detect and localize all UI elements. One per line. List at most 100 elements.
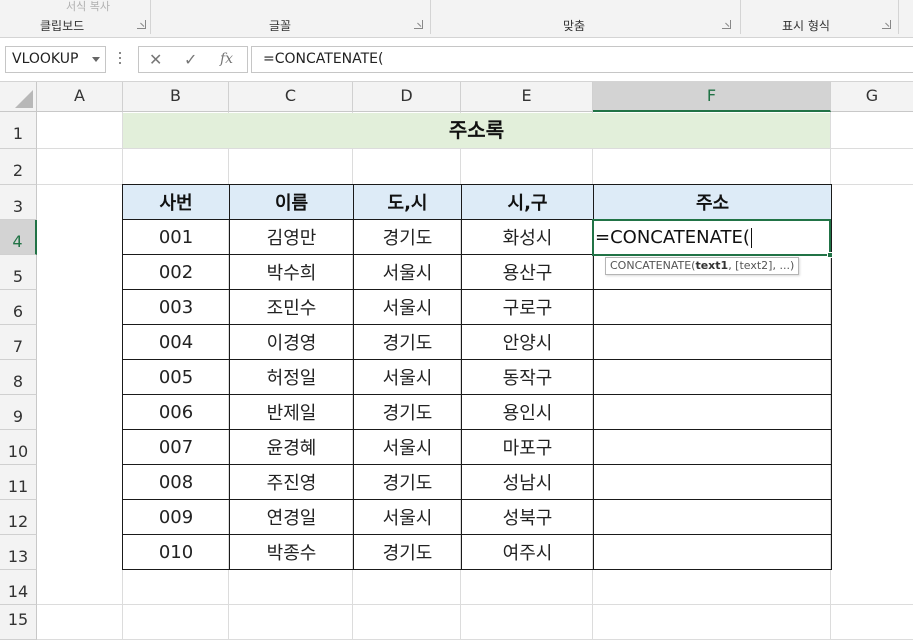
ribbon-divider [740,0,741,34]
header-name[interactable]: 이름 [229,184,354,220]
header-province[interactable]: 도,시 [353,184,462,220]
row-header-15[interactable]: 15 [0,605,37,640]
column-header-g[interactable]: G [831,82,913,112]
format-painter-label[interactable]: 서식 복사 [66,0,110,14]
formula-input[interactable]: =CONCATENATE( [251,46,913,73]
cancel-icon[interactable]: ✕ [149,50,162,69]
row-header-10[interactable]: 10 [0,430,37,465]
header-address[interactable]: 주소 [593,184,832,220]
cell-city[interactable]: 여주시 [461,534,594,570]
cell-address[interactable] [593,534,832,570]
cell-province[interactable]: 서울시 [353,499,462,535]
header-employee-id[interactable]: 사번 [122,184,230,220]
cell-province[interactable]: 서울시 [353,254,462,290]
cell-employee-id[interactable]: 008 [122,464,230,500]
header-city[interactable]: 시,구 [461,184,594,220]
cell-name[interactable]: 윤경혜 [229,429,354,465]
cell-employee-id[interactable]: 004 [122,324,230,360]
cell-employee-id[interactable]: 006 [122,394,230,430]
column-header-f[interactable]: F [593,82,831,112]
table-row: 007 윤경혜 서울시 마포구 [122,429,832,465]
row-header-3[interactable]: 3 [0,185,37,220]
cell-name[interactable]: 허정일 [229,359,354,395]
row-header-2[interactable]: 2 [0,149,37,185]
cell-name[interactable]: 김영만 [229,219,354,255]
cell-address[interactable] [593,464,832,500]
select-all-corner[interactable] [0,82,37,112]
row-header-5[interactable]: 5 [0,255,37,290]
cell-city[interactable]: 동작구 [461,359,594,395]
insert-function-icon[interactable]: fx [220,51,233,67]
table-row: 005 허정일 서울시 동작구 [122,359,832,395]
name-box-dropdown-icon[interactable] [92,57,100,62]
cell-province[interactable]: 서울시 [353,429,462,465]
cell-province[interactable]: 서울시 [353,289,462,325]
row-header-12[interactable]: 12 [0,500,37,535]
cell-name[interactable]: 박수희 [229,254,354,290]
function-tooltip[interactable]: CONCATENATE(text1, [text2], ...) [605,257,800,275]
font-launcher-icon[interactable] [414,20,423,29]
row-header-9[interactable]: 9 [0,395,37,430]
cell-city[interactable]: 마포구 [461,429,594,465]
cell-name[interactable]: 연경일 [229,499,354,535]
column-header-d[interactable]: D [353,82,461,112]
number-format-launcher-icon[interactable] [882,20,891,29]
enter-checkmark-icon[interactable]: ✓ [184,50,197,69]
cell-city[interactable]: 구로구 [461,289,594,325]
cell-name[interactable]: 조민수 [229,289,354,325]
active-cell-editor[interactable]: =CONCATENATE( [595,221,752,254]
cell-province[interactable]: 경기도 [353,219,462,255]
cell-province[interactable]: 서울시 [353,359,462,395]
alignment-launcher-icon[interactable] [722,20,731,29]
table-row: 009 연경일 서울시 성북구 [122,499,832,535]
row-header-13[interactable]: 13 [0,535,37,570]
column-header-c[interactable]: C [229,82,353,112]
cell-address[interactable] [593,324,832,360]
cell-city[interactable]: 화성시 [461,219,594,255]
cell-employee-id[interactable]: 010 [122,534,230,570]
cell-employee-id[interactable]: 003 [122,289,230,325]
table-row: 010 박종수 경기도 여주시 [122,534,832,570]
cell-address[interactable] [593,289,832,325]
row-header-11[interactable]: 11 [0,465,37,500]
cell-employee-id[interactable]: 005 [122,359,230,395]
sheet-title[interactable]: 주소록 [123,113,830,148]
row-header-8[interactable]: 8 [0,360,37,395]
cell-city[interactable]: 성북구 [461,499,594,535]
cell-employee-id[interactable]: 002 [122,254,230,290]
cell-city[interactable]: 용산구 [461,254,594,290]
column-header-a[interactable]: A [37,82,123,112]
row-header-14[interactable]: 14 [0,570,37,605]
clipboard-launcher-icon[interactable] [137,20,146,29]
cell-city[interactable]: 안양시 [461,324,594,360]
row-header-7[interactable]: 7 [0,325,37,360]
row-header-1[interactable]: 1 [0,112,37,149]
cell-province[interactable]: 경기도 [353,534,462,570]
cell-city[interactable]: 성남시 [461,464,594,500]
cell-address[interactable] [593,429,832,465]
column-header-e[interactable]: E [461,82,593,112]
cell-name[interactable]: 이경영 [229,324,354,360]
cell-province[interactable]: 경기도 [353,464,462,500]
cell-employee-id[interactable]: 001 [122,219,230,255]
tooltip-other-args: , [text2], ...) [728,259,795,272]
fill-handle[interactable] [827,252,833,258]
row-header-4[interactable]: 4 [0,220,37,255]
name-box[interactable]: VLOOKUP [5,46,106,73]
cell-name[interactable]: 반제일 [229,394,354,430]
active-cell-formula: =CONCATENATE( [595,227,750,248]
formula-bar-grip-icon[interactable] [119,52,122,66]
cell-employee-id[interactable]: 009 [122,499,230,535]
cell-address[interactable] [593,499,832,535]
cell-province[interactable]: 경기도 [353,324,462,360]
cell-name[interactable]: 주진영 [229,464,354,500]
tooltip-function-name[interactable]: CONCATENATE( [610,259,695,272]
cell-address[interactable] [593,394,832,430]
cell-province[interactable]: 경기도 [353,394,462,430]
cell-employee-id[interactable]: 007 [122,429,230,465]
column-header-b[interactable]: B [123,82,229,112]
cell-name[interactable]: 박종수 [229,534,354,570]
row-header-6[interactable]: 6 [0,290,37,325]
cell-address[interactable] [593,359,832,395]
cell-city[interactable]: 용인시 [461,394,594,430]
